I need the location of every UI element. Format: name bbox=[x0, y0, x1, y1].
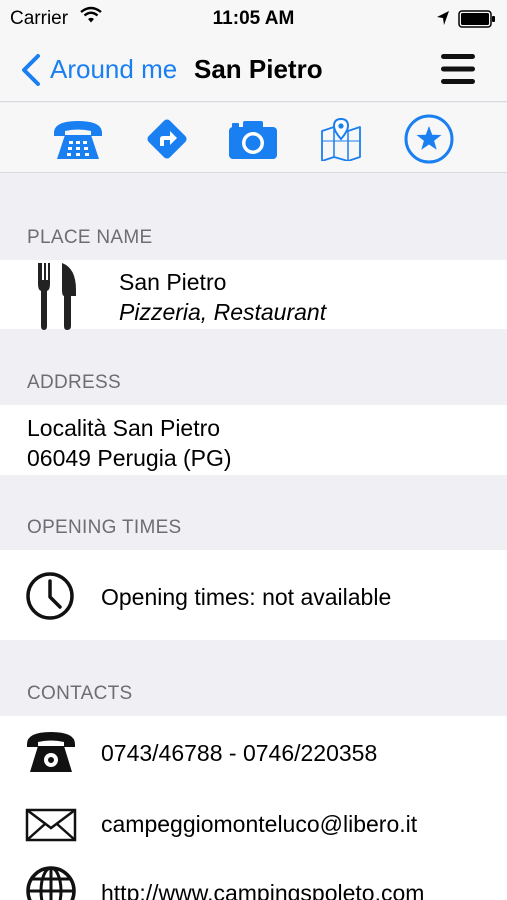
map-icon bbox=[321, 117, 361, 161]
opening-times-value: Opening times: not available bbox=[101, 584, 392, 610]
status-time: 11:05 AM bbox=[212, 8, 295, 29]
photo-button[interactable] bbox=[226, 113, 280, 165]
telephone-icon bbox=[25, 728, 77, 779]
call-button[interactable] bbox=[51, 113, 105, 165]
place-name-header: PLACE NAME bbox=[27, 227, 153, 248]
envelope-icon bbox=[25, 808, 77, 847]
contact-website: http://www.campingspoleto.com bbox=[101, 880, 425, 900]
back-button[interactable]: Around me bbox=[50, 54, 177, 85]
back-chevron-icon[interactable] bbox=[18, 52, 42, 93]
directions-icon bbox=[147, 119, 187, 159]
page-title: San Pietro bbox=[194, 54, 323, 84]
battery-icon bbox=[458, 10, 496, 28]
favorite-star-icon bbox=[404, 114, 454, 164]
contact-email: campeggiomonteluco@libero.it bbox=[101, 811, 418, 837]
contacts-list: 0743/46788 - 0746/220358 campeggiomontel… bbox=[0, 716, 507, 900]
cutlery-icon bbox=[36, 260, 80, 335]
menu-icon[interactable] bbox=[440, 52, 476, 86]
contact-phone-row[interactable]: 0743/46788 - 0746/220358 bbox=[0, 716, 507, 786]
action-toolbar bbox=[0, 103, 507, 173]
status-bar: Carrier 11:05 AM bbox=[0, 0, 507, 38]
globe-icon bbox=[25, 865, 77, 900]
clock-icon bbox=[25, 571, 75, 626]
address-line-2: 06049 Perugia (PG) bbox=[27, 445, 232, 471]
place-name-row: San Pietro Pizzeria, Restaurant bbox=[0, 260, 507, 330]
contact-website-row[interactable]: http://www.campingspoleto.com bbox=[0, 856, 507, 900]
address-header: ADDRESS bbox=[27, 372, 121, 393]
phone-icon bbox=[54, 121, 102, 159]
address-line-1: Località San Pietro bbox=[27, 415, 221, 441]
opening-times-row: Opening times: not available bbox=[0, 550, 507, 640]
navigation-bar: Around me San Pietro bbox=[0, 38, 507, 102]
contact-phone: 0743/46788 - 0746/220358 bbox=[101, 740, 378, 766]
contacts-header: CONTACTS bbox=[27, 683, 133, 704]
favorite-button[interactable] bbox=[402, 113, 456, 165]
contact-email-row[interactable]: campeggiomonteluco@libero.it bbox=[0, 786, 507, 856]
directions-button[interactable] bbox=[140, 113, 194, 165]
location-arrow-icon bbox=[436, 10, 450, 31]
opening-times-header: OPENING TIMES bbox=[27, 517, 182, 538]
place-category: Pizzeria, Restaurant bbox=[119, 299, 327, 325]
camera-icon bbox=[229, 121, 277, 159]
map-button[interactable] bbox=[314, 113, 368, 165]
address-row[interactable]: Località San Pietro 06049 Perugia (PG) bbox=[0, 405, 507, 475]
place-name: San Pietro bbox=[119, 269, 227, 295]
